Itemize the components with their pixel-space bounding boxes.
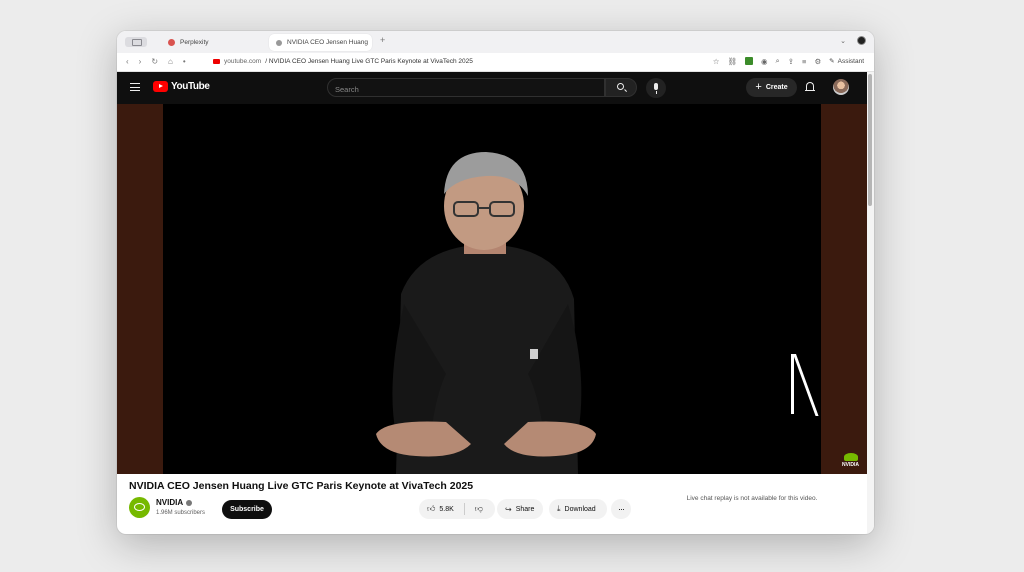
thumbs-down-icon[interactable]: 👎︎ bbox=[475, 504, 483, 514]
assistant-label: Assistant bbox=[837, 57, 864, 65]
youtube-header: YouTube + Create bbox=[117, 72, 867, 104]
search-box bbox=[327, 78, 605, 98]
like-dislike-group: 👍︎ 5.8K 👎︎ bbox=[419, 499, 495, 519]
menu-icon[interactable]: ≡ bbox=[802, 57, 806, 66]
assistant-button[interactable]: ✎ Assistant bbox=[829, 57, 864, 66]
sparkle-icon: ✎ bbox=[829, 58, 835, 65]
live-chat-replay-notice: Live chat replay is not available for th… bbox=[686, 495, 818, 502]
url-field[interactable]: youtube.com / NVIDIA CEO Jensen Huang Li… bbox=[213, 58, 473, 65]
settings-icon[interactable]: ⚙ bbox=[814, 57, 821, 66]
verified-badge-icon bbox=[186, 499, 193, 506]
channel-name[interactable]: NVIDIA bbox=[156, 498, 193, 507]
youtube-play-icon bbox=[153, 81, 168, 92]
subscribe-button[interactable]: Subscribe bbox=[222, 500, 272, 519]
microphone-icon bbox=[654, 83, 658, 94]
tab-youtube[interactable]: NVIDIA CEO Jensen Huang bbox=[269, 34, 372, 51]
download-button[interactable]: ⤓ Download bbox=[549, 499, 607, 519]
share-icon[interactable]: ⇪ bbox=[788, 57, 794, 66]
youtube-logo-text: YouTube bbox=[171, 81, 210, 92]
stage-graphic-letter bbox=[791, 354, 797, 414]
create-label: Create bbox=[765, 84, 788, 91]
new-tab-button[interactable]: + bbox=[380, 35, 385, 45]
chevron-down-icon[interactable]: ⌄ bbox=[840, 37, 846, 45]
sidebar-toggle-icon[interactable] bbox=[125, 37, 147, 47]
search-icon bbox=[617, 83, 624, 90]
share-label: Share bbox=[515, 505, 535, 513]
tab-label: NVIDIA CEO Jensen Huang bbox=[287, 39, 368, 46]
browser-window: Perplexity NVIDIA CEO Jensen Huang + ⌄ ‹… bbox=[117, 31, 874, 534]
perplexity-favicon-icon bbox=[168, 39, 175, 46]
back-icon[interactable]: ‹ bbox=[126, 57, 129, 66]
address-bar: ‹ › ↻ ⌂ • youtube.com / NVIDIA CEO Jense… bbox=[117, 53, 874, 72]
home-icon[interactable]: ⌂ bbox=[168, 57, 173, 66]
star-icon[interactable]: ☆ bbox=[713, 57, 720, 66]
tab-bar: Perplexity NVIDIA CEO Jensen Huang + ⌄ bbox=[117, 31, 874, 53]
scrollbar-thumb[interactable] bbox=[868, 74, 872, 206]
nvidia-watermark: NVIDIA bbox=[842, 453, 859, 468]
youtube-logo[interactable]: YouTube bbox=[153, 81, 210, 92]
plus-icon: + bbox=[755, 81, 762, 93]
vpn-icon[interactable]: ◉ bbox=[761, 57, 768, 66]
page-scrollbar[interactable] bbox=[867, 72, 874, 534]
notifications-bell-icon[interactable] bbox=[805, 82, 815, 92]
search-icon[interactable]: ⌕ bbox=[776, 56, 780, 66]
tab-favicon-icon bbox=[276, 39, 282, 46]
link-icon[interactable]: ⛓ bbox=[727, 57, 737, 66]
share-arrow-icon: ↪ bbox=[505, 504, 512, 514]
extension-icon[interactable] bbox=[745, 57, 753, 65]
thumbs-up-icon[interactable]: 👍︎ bbox=[427, 504, 435, 514]
more-actions-button[interactable]: ··· bbox=[611, 499, 631, 519]
create-button[interactable]: + Create bbox=[746, 78, 797, 97]
profile-icon[interactable] bbox=[857, 36, 866, 45]
youtube-favicon-icon bbox=[213, 59, 220, 64]
tab-label: Perplexity bbox=[180, 39, 209, 46]
subscriber-count: 1.96M subscribers bbox=[156, 510, 206, 516]
video-player[interactable]: NVIDIA bbox=[117, 104, 867, 474]
speaker-figure bbox=[376, 152, 596, 474]
download-label: Download bbox=[564, 505, 596, 513]
watermark-text: NVIDIA bbox=[842, 462, 859, 468]
voice-icon[interactable]: • bbox=[183, 57, 186, 66]
share-button[interactable]: ↪ Share bbox=[497, 499, 543, 519]
video-title: NVIDIA CEO Jensen Huang Live GTC Paris K… bbox=[129, 480, 474, 492]
user-avatar[interactable] bbox=[833, 79, 849, 95]
tab-perplexity[interactable]: Perplexity bbox=[161, 34, 261, 51]
reload-icon[interactable]: ↻ bbox=[151, 57, 158, 66]
download-icon: ⤓ bbox=[557, 504, 561, 513]
voice-search-button[interactable] bbox=[646, 78, 666, 98]
channel-avatar[interactable] bbox=[129, 497, 150, 518]
video-frame[interactable] bbox=[163, 104, 821, 474]
url-path: / NVIDIA CEO Jensen Huang Live GTC Paris… bbox=[265, 58, 473, 65]
like-count[interactable]: 5.8K bbox=[439, 506, 453, 513]
search-input[interactable] bbox=[328, 81, 575, 98]
channel-name-text: NVIDIA bbox=[156, 498, 184, 507]
divider bbox=[463, 503, 465, 515]
hamburger-menu-icon[interactable] bbox=[130, 83, 140, 91]
search-button[interactable] bbox=[605, 78, 637, 97]
nvidia-eye-icon bbox=[843, 453, 858, 461]
forward-icon[interactable]: › bbox=[139, 57, 142, 66]
url-domain: youtube.com bbox=[224, 58, 262, 65]
